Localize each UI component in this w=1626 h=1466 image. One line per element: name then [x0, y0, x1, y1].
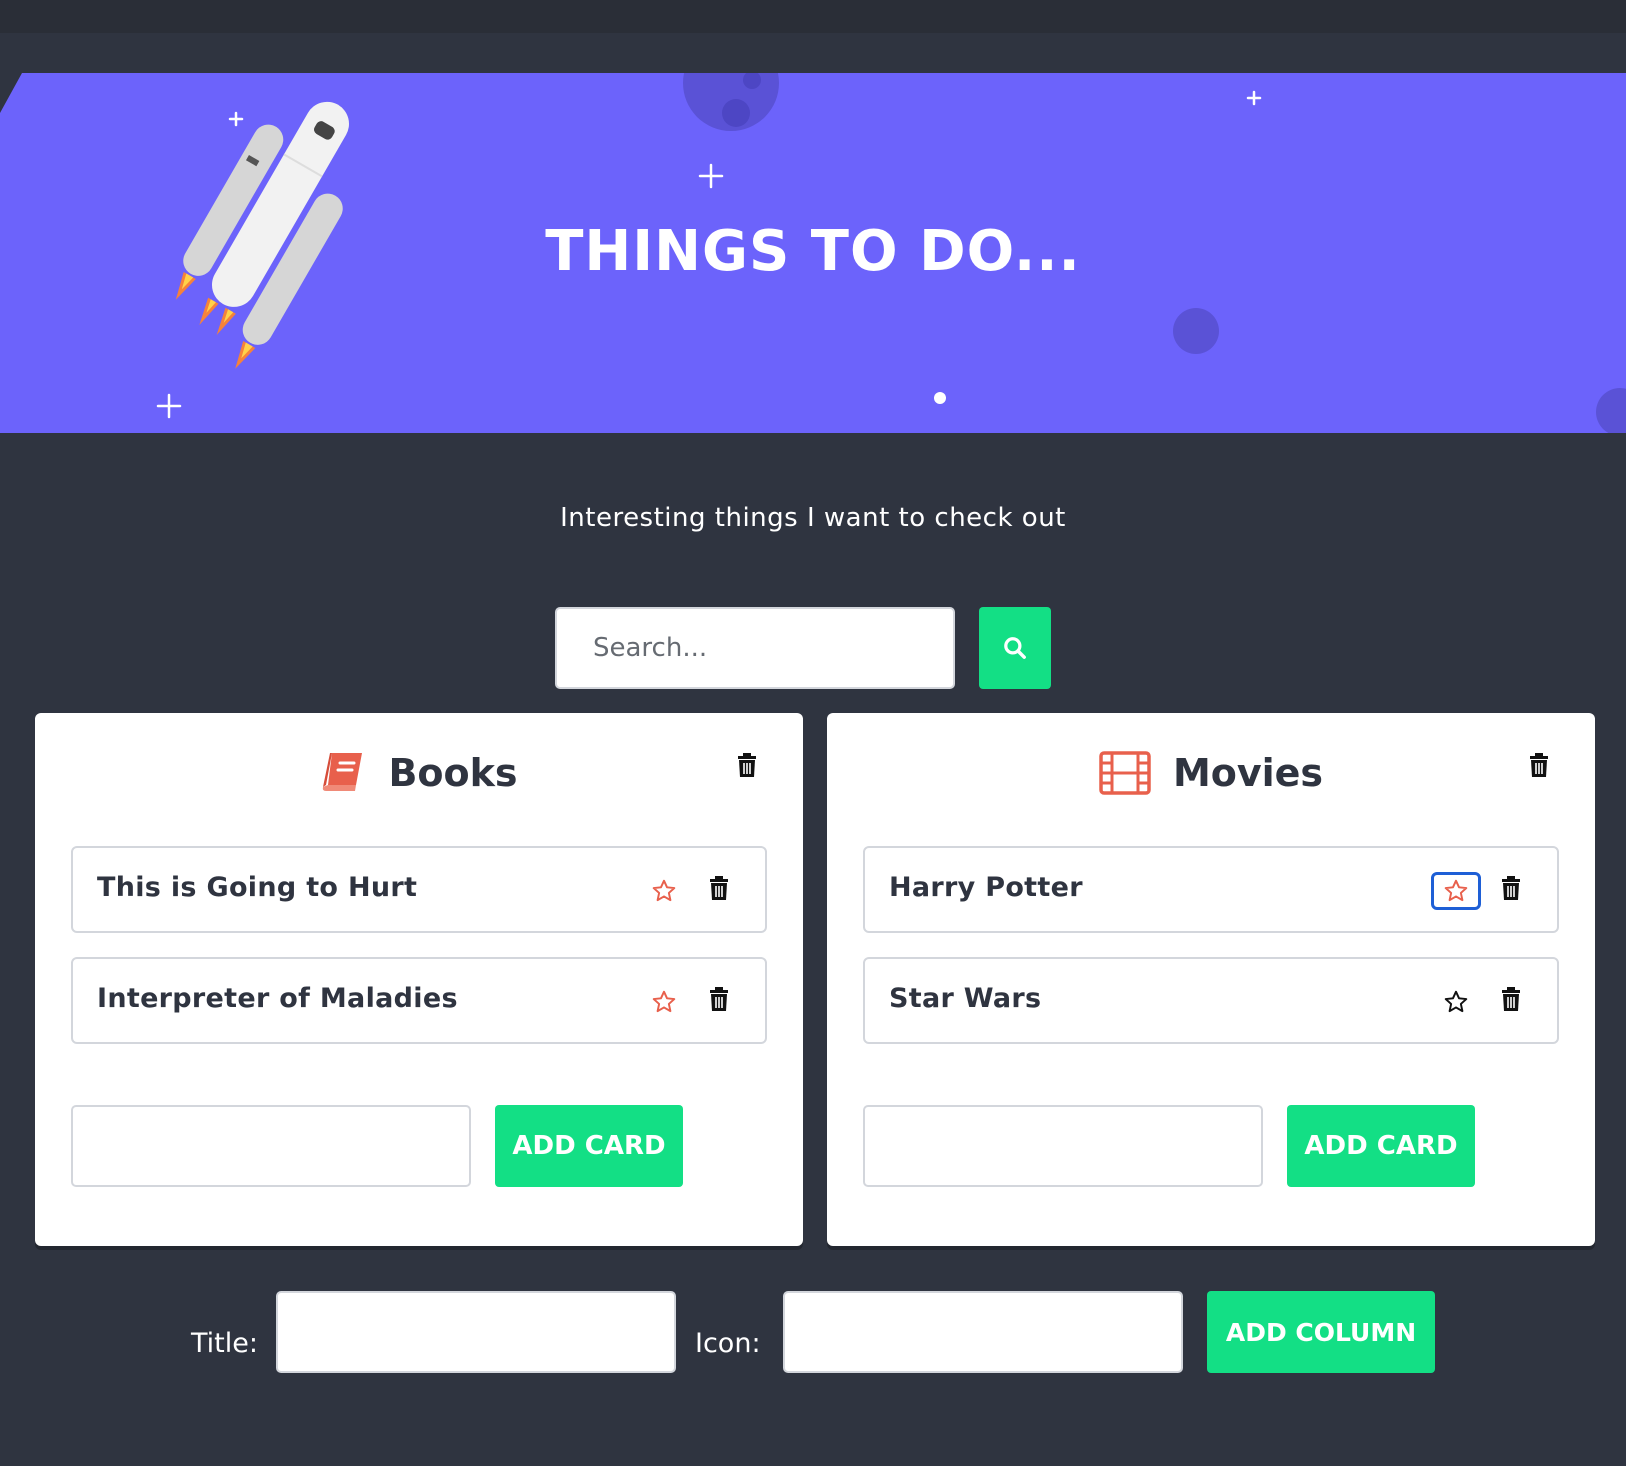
- star-icon: [1444, 990, 1468, 1013]
- trash-icon: [1502, 987, 1520, 1011]
- top-bar: [0, 0, 1626, 33]
- search-input[interactable]: [555, 607, 955, 689]
- book-icon: [323, 753, 363, 791]
- delete-card-button[interactable]: [709, 876, 729, 904]
- card-title: Interpreter of Maladies: [97, 983, 458, 1014]
- search-button[interactable]: [979, 607, 1051, 689]
- trash-icon: [710, 876, 728, 900]
- moon-icon: [1173, 308, 1219, 354]
- card[interactable]: Harry Potter: [863, 846, 1559, 933]
- favorite-button[interactable]: [1431, 872, 1481, 910]
- column-header: Books: [35, 743, 803, 803]
- column-books: Books This is Going to Hurt Interpreter …: [35, 713, 803, 1246]
- delete-card-button[interactable]: [1501, 987, 1521, 1015]
- trash-icon: [1502, 876, 1520, 900]
- trash-icon: [710, 987, 728, 1011]
- column-header: Movies: [827, 743, 1595, 803]
- icon-label: Icon:: [695, 1328, 761, 1359]
- film-icon: [1099, 751, 1151, 795]
- card-title: Star Wars: [889, 983, 1042, 1014]
- search-icon: [1004, 637, 1026, 659]
- delete-column-button[interactable]: [1529, 753, 1549, 781]
- add-card-button[interactable]: ADD CARD: [1287, 1105, 1475, 1187]
- card[interactable]: This is Going to Hurt: [71, 846, 767, 933]
- card[interactable]: Interpreter of Maladies: [71, 957, 767, 1044]
- star-icon: [1444, 879, 1468, 902]
- card-title: Harry Potter: [889, 872, 1083, 903]
- add-column-button[interactable]: ADD COLUMN: [1207, 1291, 1435, 1373]
- column-title: Movies: [1172, 751, 1324, 795]
- card[interactable]: Star Wars: [863, 957, 1559, 1044]
- favorite-button[interactable]: [1431, 983, 1481, 1021]
- column-movies: Movies Harry Potter Star Wars ADD CARD: [827, 713, 1595, 1246]
- favorite-button[interactable]: [639, 872, 689, 910]
- column-icon-input[interactable]: [783, 1291, 1183, 1373]
- star-icon: [652, 990, 676, 1013]
- page-subtitle: Interesting things I want to check out: [560, 503, 1066, 533]
- star-icon: [652, 879, 676, 902]
- delete-card-button[interactable]: [709, 987, 729, 1015]
- delete-column-button[interactable]: [737, 753, 757, 781]
- column-title-input[interactable]: [276, 1291, 676, 1373]
- trash-icon: [738, 753, 756, 777]
- page-title: THINGS TO DO...: [545, 219, 1081, 284]
- trash-icon: [1530, 753, 1548, 777]
- delete-card-button[interactable]: [1501, 876, 1521, 904]
- new-card-input[interactable]: [863, 1105, 1263, 1187]
- hero-corner: [0, 73, 22, 113]
- hero-banner: THINGS TO DO...: [0, 73, 1626, 433]
- new-card-input[interactable]: [71, 1105, 471, 1187]
- column-title: Books: [388, 751, 518, 795]
- favorite-button[interactable]: [639, 983, 689, 1021]
- card-title: This is Going to Hurt: [97, 872, 418, 903]
- title-label: Title:: [191, 1328, 258, 1359]
- add-card-button[interactable]: ADD CARD: [495, 1105, 683, 1187]
